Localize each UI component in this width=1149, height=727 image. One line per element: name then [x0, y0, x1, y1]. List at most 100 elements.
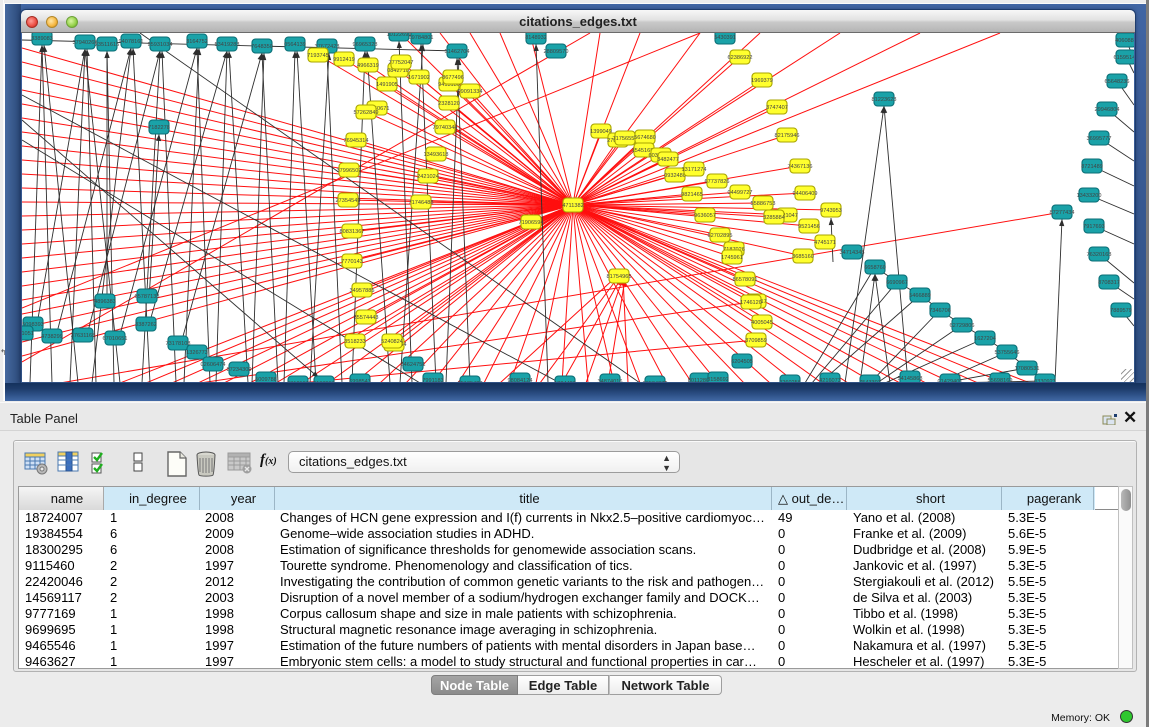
svg-text:98084124: 98084124	[508, 378, 533, 382]
svg-text:61595148: 61595148	[1114, 55, 1134, 61]
svg-text:5674680: 5674680	[634, 135, 656, 141]
svg-text:76945314: 76945314	[344, 138, 369, 144]
svg-text:01429401: 01429401	[938, 379, 963, 382]
svg-text:4738299: 4738299	[41, 334, 63, 340]
svg-text:1824493: 1824493	[554, 381, 576, 382]
svg-text:17080531: 17080531	[1015, 366, 1040, 372]
svg-text:6193990: 6193990	[313, 381, 335, 382]
svg-text:62702895: 62702895	[708, 233, 733, 239]
svg-text:34957885: 34957885	[350, 288, 375, 294]
svg-text:5466889: 5466889	[909, 293, 931, 299]
svg-text:73178108: 73178108	[166, 341, 191, 347]
svg-text:87234309: 87234309	[227, 367, 252, 373]
svg-text:13171274: 13171274	[682, 167, 707, 173]
svg-text:94078161: 94078161	[119, 39, 144, 45]
svg-text:7917693: 7917693	[1083, 224, 1105, 230]
svg-text:3482477: 3482477	[657, 157, 679, 163]
svg-text:86578091: 86578091	[733, 277, 758, 283]
svg-text:87277434: 87277434	[1050, 210, 1075, 216]
svg-text:4216073: 4216073	[819, 378, 841, 382]
svg-text:25135427: 25135427	[458, 381, 483, 382]
svg-text:55886753: 55886753	[751, 201, 776, 207]
svg-text:1627204: 1627204	[974, 336, 996, 342]
svg-text:74367136: 74367136	[788, 164, 813, 170]
svg-text:94406409: 94406409	[793, 191, 818, 197]
svg-text:8148932: 8148932	[525, 35, 547, 41]
svg-text:82175946: 82175946	[775, 133, 800, 139]
svg-text:3747407: 3747407	[766, 105, 788, 111]
svg-text:37940265: 37940265	[73, 40, 98, 46]
svg-text:7889579: 7889579	[1110, 308, 1132, 314]
svg-text:3518233: 3518233	[344, 339, 366, 345]
svg-text:1671902: 1671902	[408, 75, 430, 81]
svg-text:0330923: 0330923	[1034, 379, 1056, 382]
svg-text:53755646: 53755646	[995, 350, 1020, 356]
svg-text:28809570: 28809570	[544, 49, 569, 55]
svg-text:2421024: 2421024	[417, 174, 439, 180]
svg-text:37996507: 37996507	[337, 168, 362, 174]
svg-text:62729806: 62729806	[950, 323, 975, 329]
svg-text:65648236: 65648236	[1105, 79, 1130, 85]
svg-text:0932480: 0932480	[664, 173, 686, 179]
svg-text:4966319: 4966319	[357, 63, 379, 69]
svg-text:3387262: 3387262	[135, 322, 157, 328]
svg-text:71746488: 71746488	[409, 200, 434, 206]
svg-text:4745171: 4745171	[814, 240, 836, 246]
svg-text:6690967: 6690967	[886, 280, 908, 286]
svg-text:4005045: 4005045	[751, 320, 773, 326]
svg-text:6204505: 6204505	[731, 359, 753, 365]
svg-text:0564139: 0564139	[284, 42, 306, 48]
svg-text:5009788: 5009788	[255, 377, 277, 382]
svg-text:54145868: 54145868	[898, 376, 923, 382]
svg-text:9636057: 9636057	[694, 213, 716, 219]
svg-text:67737826: 67737826	[705, 179, 730, 185]
svg-text:1746120: 1746120	[740, 300, 762, 306]
svg-text:4896383: 4896383	[94, 299, 116, 305]
svg-text:4060883: 4060883	[1115, 38, 1134, 44]
svg-text:3709859: 3709859	[745, 338, 767, 344]
svg-text:51462704: 51462704	[445, 49, 470, 55]
svg-text:6658760: 6658760	[864, 265, 886, 271]
svg-text:3285884: 3285884	[763, 215, 785, 221]
svg-text:62386922: 62386922	[728, 55, 753, 61]
svg-text:2260256: 2260256	[779, 380, 801, 382]
svg-text:7770143: 7770143	[341, 259, 363, 265]
svg-text:8721489: 8721489	[1081, 164, 1103, 170]
svg-text:00524278: 00524278	[643, 381, 668, 382]
svg-text:8677496: 8677496	[442, 75, 464, 81]
svg-text:81754965: 81754965	[607, 274, 632, 280]
svg-text:2328120: 2328120	[438, 101, 460, 107]
svg-text:53419283: 53419283	[215, 42, 240, 48]
svg-text:0812191: 0812191	[287, 381, 309, 382]
svg-text:69784801: 69784801	[409, 35, 434, 41]
svg-text:5240824: 5240824	[381, 339, 403, 345]
svg-text:57262849: 57262849	[354, 110, 379, 116]
svg-text:9743953: 9743953	[820, 208, 842, 214]
svg-text:9521456: 9521456	[798, 224, 820, 230]
svg-text:55698169: 55698169	[988, 378, 1013, 382]
svg-text:7346706: 7346706	[929, 308, 951, 314]
svg-text:3389083: 3389083	[31, 36, 53, 42]
svg-text:99091334: 99091334	[458, 89, 483, 95]
svg-text:34874016: 34874016	[598, 379, 623, 382]
svg-text:13493618: 13493618	[424, 152, 449, 158]
svg-text:27354549: 27354549	[336, 198, 361, 204]
svg-text:8708317: 8708317	[1098, 280, 1120, 286]
svg-text:3164752: 3164752	[186, 39, 208, 45]
svg-text:34714345: 34714345	[840, 250, 865, 256]
svg-text:36995777: 36995777	[1087, 136, 1112, 142]
svg-text:77752047: 77752047	[389, 60, 414, 66]
svg-text:4711382: 4711382	[562, 203, 583, 209]
svg-text:9821465: 9821465	[681, 192, 703, 198]
svg-text:3685160: 3685160	[792, 254, 814, 260]
svg-text:67010651: 67010651	[103, 336, 128, 342]
svg-text:1969379: 1969379	[751, 78, 773, 84]
svg-text:81223623: 81223623	[872, 97, 897, 103]
svg-text:1491905: 1491905	[376, 82, 398, 88]
svg-text:7991183: 7991183	[422, 378, 443, 382]
svg-text:29946804: 29946804	[1095, 107, 1120, 113]
svg-text:65787133: 65787133	[135, 294, 160, 300]
svg-text:1745961: 1745961	[721, 255, 743, 261]
svg-text:23511615: 23511615	[95, 42, 119, 48]
svg-text:3158692: 3158692	[707, 377, 729, 382]
